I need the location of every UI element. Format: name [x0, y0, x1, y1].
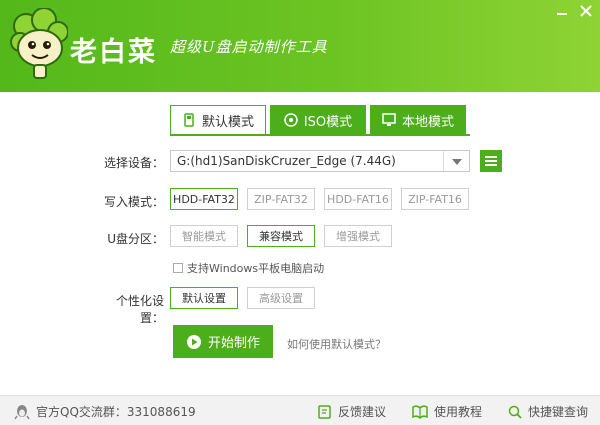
device-label: 选择设备： — [103, 156, 164, 170]
shortcut-query-link[interactable]: 快捷键查询 — [508, 403, 588, 420]
monitor-icon — [382, 113, 396, 126]
tab-label: 本地模式 — [401, 114, 454, 130]
play-icon — [186, 334, 201, 349]
usb-drive-icon — [184, 113, 194, 127]
mode-tabs: 默认模式 ISO模式 本地模式 — [170, 105, 470, 135]
tutorial-link[interactable]: 使用教程 — [412, 403, 482, 420]
write-mode-hdd-fat32[interactable]: HDD-FAT32 — [170, 188, 238, 210]
disc-icon — [284, 113, 298, 127]
qq-penguin-icon — [14, 404, 30, 419]
feedback-link[interactable]: 反馈建议 — [318, 403, 386, 420]
advanced-settings-button[interactable]: 高级设置 — [247, 287, 315, 309]
tab-label: ISO模式 — [303, 114, 353, 130]
app-name: 老白菜 — [70, 37, 157, 68]
qq-group-label: 官方QQ交流群：331088619 — [36, 405, 196, 419]
start-button-label: 开始制作 — [207, 336, 260, 351]
feedback-icon — [318, 404, 331, 419]
start-button[interactable]: 开始制作 — [173, 325, 273, 358]
close-button[interactable] — [576, 2, 596, 20]
personalize-label: 个性化设置： — [115, 294, 164, 325]
device-select[interactable]: G:(hd1)SanDiskCruzer_Edge (7.44G) — [170, 150, 470, 172]
tablet-boot-checkbox[interactable] — [173, 263, 183, 273]
write-mode-label: 写入模式： — [103, 195, 164, 209]
tutorial-label: 使用教程 — [434, 405, 483, 419]
write-mode-zip-fat16[interactable]: ZIP-FAT16 — [401, 188, 469, 210]
footer-bar: 官方QQ交流群：331088619 反馈建议 使用教程 快捷键查询 — [0, 395, 600, 425]
shortcut-query-label: 快捷键查询 — [528, 405, 589, 419]
tablet-boot-label: 支持Windows平板电脑启动 — [187, 262, 325, 275]
qq-group-info: 官方QQ交流群：331088619 — [14, 403, 196, 420]
partition-compatible-mode[interactable]: 兼容模式 — [247, 225, 315, 247]
tab-local-mode[interactable]: 本地模式 — [370, 105, 466, 135]
tab-underline — [170, 134, 470, 136]
partition-label: U盘分区： — [107, 232, 164, 246]
minimize-button[interactable] — [552, 2, 572, 20]
tab-label: 默认模式 — [201, 114, 254, 130]
close-icon — [580, 5, 592, 17]
tab-default-mode[interactable]: 默认模式 — [170, 105, 266, 135]
default-settings-button[interactable]: 默认设置 — [170, 287, 238, 309]
chevron-down-icon[interactable] — [443, 151, 469, 171]
write-mode-zip-fat32[interactable]: ZIP-FAT32 — [247, 188, 315, 210]
book-icon — [412, 404, 428, 419]
cabbage-mascot-logo — [10, 8, 68, 79]
minimize-icon — [557, 13, 567, 15]
device-value: G:(hd1)SanDiskCruzer_Edge (7.44G) — [177, 154, 396, 168]
search-icon — [508, 405, 522, 419]
app-header: 老白菜 超级U盘启动制作工具 — [0, 0, 600, 92]
partition-smart-mode[interactable]: 智能模式 — [170, 225, 238, 247]
feedback-label: 反馈建议 — [338, 405, 387, 419]
tablet-boot-option[interactable]: 支持Windows平板电脑启动 — [173, 260, 324, 276]
write-mode-hdd-fat16[interactable]: HDD-FAT16 — [324, 188, 392, 210]
help-link[interactable]: 如何使用默认模式？ — [287, 336, 386, 352]
app-slogan: 超级U盘启动制作工具 — [170, 38, 328, 56]
device-menu-button[interactable] — [480, 150, 502, 172]
partition-enhanced-mode[interactable]: 增强模式 — [324, 225, 392, 247]
tab-iso-mode[interactable]: ISO模式 — [270, 105, 366, 135]
